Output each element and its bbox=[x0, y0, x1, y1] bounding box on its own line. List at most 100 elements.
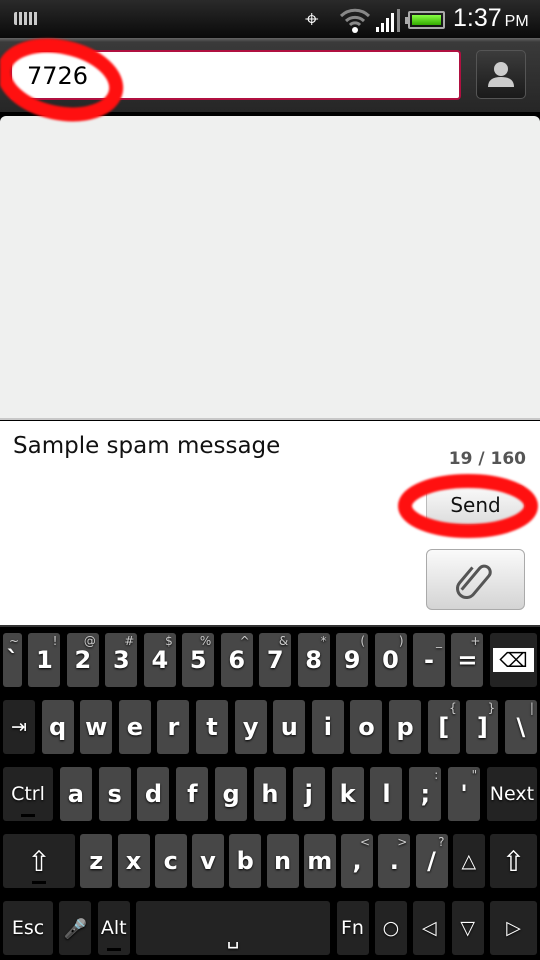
key-label: a bbox=[67, 780, 84, 808]
key-esc[interactable]: Esc bbox=[3, 901, 53, 955]
key-home[interactable]: ○ bbox=[374, 901, 407, 955]
key-6[interactable]: 6 ^ bbox=[220, 633, 253, 687]
key-label: n bbox=[273, 847, 292, 875]
key-label: Next bbox=[489, 783, 535, 805]
wifi-icon bbox=[339, 8, 371, 33]
key-narrow[interactable]: ` ~ bbox=[3, 633, 22, 687]
recipient-input[interactable]: 7726 bbox=[10, 50, 461, 100]
contact-picker-button[interactable] bbox=[476, 50, 526, 99]
key-label: ⇧ bbox=[501, 844, 526, 878]
key-shift-label: % bbox=[199, 634, 212, 648]
key-label: g bbox=[222, 780, 240, 808]
key-,[interactable]: , < bbox=[341, 834, 373, 888]
key-label: 1 bbox=[36, 646, 53, 674]
key-ctrl[interactable]: Ctrl bbox=[3, 767, 53, 821]
key-7[interactable]: 7 & bbox=[259, 633, 292, 687]
key-8[interactable]: 8 * bbox=[297, 633, 330, 687]
key-fnkey[interactable]: Fn bbox=[336, 901, 369, 955]
key-backspace[interactable]: ⌫ bbox=[489, 633, 537, 687]
key-i[interactable]: i bbox=[311, 700, 344, 754]
key-3[interactable]: 3 # bbox=[105, 633, 138, 687]
key-2[interactable]: 2 @ bbox=[66, 633, 99, 687]
key-h[interactable]: h bbox=[253, 767, 286, 821]
key-shift-right[interactable]: ⇧ bbox=[490, 834, 537, 888]
key-label: ' bbox=[460, 780, 468, 808]
key-l[interactable]: l bbox=[370, 767, 403, 821]
key-mic[interactable]: 🎤 bbox=[59, 901, 92, 955]
key-label: ◁ bbox=[421, 917, 437, 939]
key-label: ⇧ bbox=[27, 844, 51, 878]
key-1[interactable]: 1! bbox=[28, 633, 61, 687]
key-=[interactable]: = + bbox=[451, 633, 484, 687]
key-label: e bbox=[126, 713, 143, 741]
key-label: b bbox=[236, 847, 254, 875]
key-j[interactable]: j bbox=[292, 767, 325, 821]
key-b[interactable]: b bbox=[229, 834, 262, 888]
recipient-bar: 7726 bbox=[0, 38, 540, 112]
key-label: 8 bbox=[305, 646, 322, 674]
key-;[interactable]: ;: bbox=[409, 767, 442, 821]
key-\[interactable]: \ | bbox=[504, 700, 537, 754]
key-label: o bbox=[358, 713, 375, 741]
key-5[interactable]: 5% bbox=[182, 633, 215, 687]
key-u[interactable]: u bbox=[273, 700, 306, 754]
key-p[interactable]: p bbox=[389, 700, 422, 754]
key-down[interactable]: ▽ bbox=[451, 901, 484, 955]
key-label: s bbox=[107, 780, 122, 808]
keyboard-row: Esc 🎤 Alt ␣ Fn ○ ◁ ▽ ▷ bbox=[3, 901, 537, 955]
attach-button[interactable] bbox=[426, 549, 525, 610]
key-shift-label: > bbox=[397, 835, 408, 849]
key-m[interactable]: m bbox=[303, 834, 336, 888]
key-a[interactable]: a bbox=[59, 767, 92, 821]
key-right[interactable]: ▷ bbox=[490, 901, 537, 955]
key-label: j bbox=[304, 780, 313, 808]
key-d[interactable]: d bbox=[137, 767, 170, 821]
key-alt[interactable]: Alt bbox=[97, 901, 130, 955]
key--[interactable]: - _ bbox=[412, 633, 445, 687]
key-label: ` bbox=[6, 646, 19, 674]
key-tab[interactable]: ⇥ bbox=[3, 700, 35, 754]
key-shift-label: @ bbox=[83, 634, 96, 648]
key-shift-label: _ bbox=[435, 634, 442, 648]
key-next[interactable]: Next bbox=[486, 767, 537, 821]
key-.[interactable]: . > bbox=[378, 834, 411, 888]
key-r[interactable]: r bbox=[157, 700, 190, 754]
key-e[interactable]: e bbox=[118, 700, 151, 754]
key-shift-label: } bbox=[487, 701, 496, 715]
key-o[interactable]: o bbox=[350, 700, 383, 754]
key-n[interactable]: n bbox=[266, 834, 299, 888]
key-0[interactable]: 0) bbox=[374, 633, 407, 687]
key-c[interactable]: c bbox=[154, 834, 187, 888]
key-shift-left[interactable]: ⇧ bbox=[3, 834, 75, 888]
key-z[interactable]: z bbox=[80, 834, 113, 888]
keyboard-row: Ctrl a s d f g h j k l;: ' " Next bbox=[3, 767, 537, 821]
key-g[interactable]: g bbox=[215, 767, 248, 821]
key-4[interactable]: 4 $ bbox=[143, 633, 176, 687]
key-t[interactable]: t bbox=[196, 700, 229, 754]
key-s[interactable]: s bbox=[98, 767, 131, 821]
key-y[interactable]: y bbox=[234, 700, 267, 754]
key-w[interactable]: w bbox=[80, 700, 113, 754]
send-button[interactable]: Send bbox=[426, 485, 525, 525]
key-label: \ bbox=[516, 713, 526, 741]
modifier-indicator bbox=[32, 881, 46, 884]
key-k[interactable]: k bbox=[331, 767, 364, 821]
key-shift-label: & bbox=[278, 634, 289, 648]
key-label: . bbox=[389, 847, 399, 875]
key-'[interactable]: ' " bbox=[448, 767, 481, 821]
key-f[interactable]: f bbox=[176, 767, 209, 821]
key-left[interactable]: ◁ bbox=[413, 901, 446, 955]
key-v[interactable]: v bbox=[192, 834, 224, 888]
key-up[interactable]: △ bbox=[452, 834, 485, 888]
key-/[interactable]: /? bbox=[415, 834, 448, 888]
key-x[interactable]: x bbox=[117, 834, 150, 888]
key-9[interactable]: 9( bbox=[336, 633, 369, 687]
key-space[interactable]: ␣ bbox=[136, 901, 331, 955]
gps-icon: ⌖ bbox=[305, 5, 319, 33]
message-input[interactable]: Sample spam message bbox=[13, 433, 280, 459]
key-][interactable]: ]} bbox=[466, 700, 499, 754]
key-label: ▽ bbox=[460, 917, 475, 939]
key-[[interactable]: [{ bbox=[427, 700, 460, 754]
key-label: d bbox=[144, 780, 163, 808]
key-q[interactable]: q bbox=[41, 700, 74, 754]
